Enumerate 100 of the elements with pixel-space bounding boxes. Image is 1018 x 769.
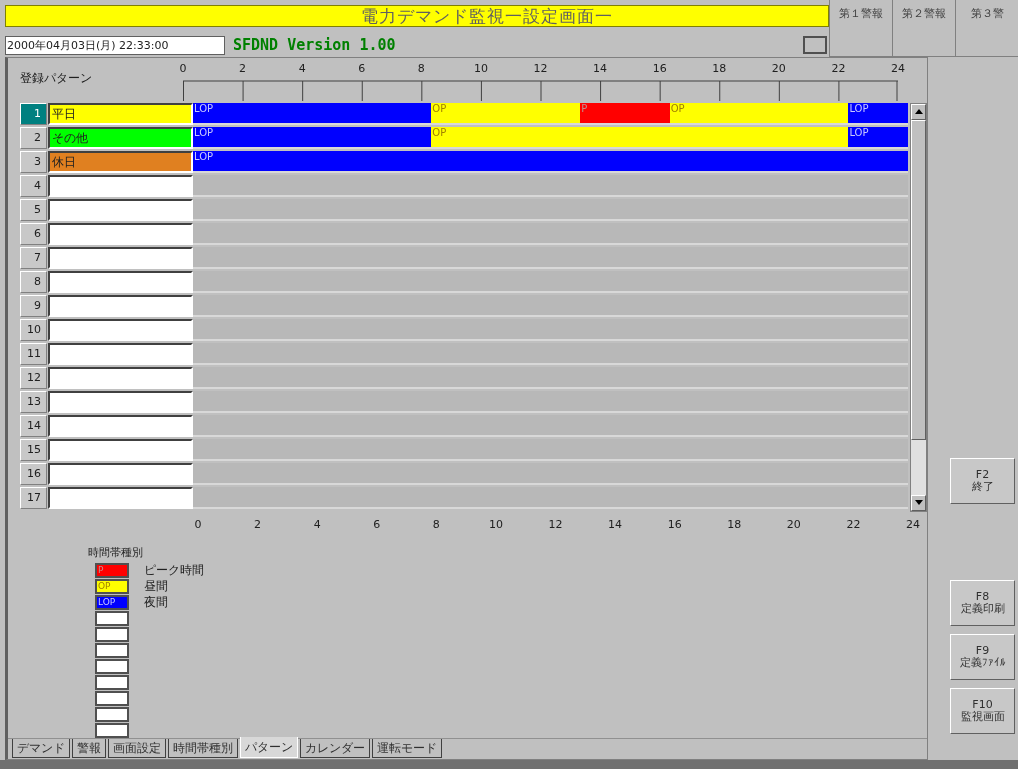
legend-swatch xyxy=(95,627,129,643)
axis-label: 14 xyxy=(608,517,623,531)
pattern-name-field[interactable] xyxy=(48,270,193,293)
row-number[interactable]: 6 xyxy=(20,222,47,245)
window-title: 電力デマンド監視一設定画面一 xyxy=(5,5,829,27)
tab[interactable]: 時間帯種別 xyxy=(168,739,238,759)
tab[interactable]: 警報 xyxy=(72,739,106,759)
pattern-name-field[interactable] xyxy=(48,414,193,437)
tab[interactable]: カレンダー xyxy=(300,739,370,759)
axis-label: 10 xyxy=(488,517,503,531)
axis-label: 20 xyxy=(786,517,801,531)
legend-swatch xyxy=(95,691,129,707)
pattern-name-field[interactable] xyxy=(48,486,193,509)
time-segment[interactable]: LOP xyxy=(193,126,432,147)
pattern-name-field[interactable] xyxy=(48,318,193,341)
scrollbar[interactable] xyxy=(910,102,927,512)
row-number[interactable]: 5 xyxy=(20,198,47,221)
row-number[interactable]: 15 xyxy=(20,438,47,461)
function-key-button[interactable]: F2 終了 xyxy=(950,458,1015,504)
axis-label: 0 xyxy=(179,62,187,75)
row-number[interactable]: 1 xyxy=(20,102,47,125)
axis-label: 22 xyxy=(831,62,846,75)
pattern-name-field[interactable]: 休日 xyxy=(48,150,193,173)
legend-label: 夜間 xyxy=(144,594,168,612)
axis-label: 18 xyxy=(727,517,742,531)
axis-label: 24 xyxy=(906,517,920,531)
pattern-name-field[interactable] xyxy=(48,390,193,413)
axis-label: 0 xyxy=(194,517,202,531)
axis-label: 2 xyxy=(239,62,247,75)
legend-swatch: OP xyxy=(95,579,129,595)
row-number[interactable]: 4 xyxy=(20,174,47,197)
legend-swatch xyxy=(95,707,129,723)
row-number[interactable]: 12 xyxy=(20,366,47,389)
axis-label: 10 xyxy=(473,62,488,75)
function-key-button[interactable]: F10 監視画面 xyxy=(950,688,1015,734)
axis-label: 16 xyxy=(667,517,682,531)
row-number[interactable]: 9 xyxy=(20,294,47,317)
pattern-name-field[interactable] xyxy=(48,294,193,317)
row-number[interactable]: 8 xyxy=(20,270,47,293)
pattern-name-field[interactable] xyxy=(48,246,193,269)
legend-swatch: P xyxy=(95,563,129,579)
legend-swatch xyxy=(95,611,129,627)
legend-swatch xyxy=(95,675,129,691)
tab[interactable]: 画面設定 xyxy=(108,739,166,759)
row-number[interactable]: 2 xyxy=(20,126,47,149)
time-segment[interactable]: LOP xyxy=(848,102,908,123)
axis-label: 12 xyxy=(533,62,548,75)
tab[interactable]: デマンド xyxy=(12,739,70,759)
row-number[interactable]: 17 xyxy=(20,486,47,509)
axis-label: 24 xyxy=(891,62,905,75)
axis-label: 4 xyxy=(298,62,306,75)
pattern-name-field[interactable]: 平日 xyxy=(48,102,193,125)
row-number[interactable]: 7 xyxy=(20,246,47,269)
axis-label: 6 xyxy=(373,517,381,531)
legend-label: 昼間 xyxy=(144,578,168,596)
row-number[interactable]: 11 xyxy=(20,342,47,365)
time-segment[interactable]: LOP xyxy=(193,150,908,171)
legend-swatch xyxy=(95,659,129,675)
tab[interactable]: 運転モード xyxy=(372,739,442,759)
down-arrow-icon xyxy=(914,500,923,506)
datetime-field: 2000年04月03日(月) 22:33:00 xyxy=(5,35,225,55)
alarm-indicator: 第１警報 xyxy=(829,0,892,57)
pattern-name-field[interactable] xyxy=(48,222,193,245)
pattern-name-field[interactable]: その他 xyxy=(48,126,193,149)
axis-label: 4 xyxy=(313,517,321,531)
pattern-name-field[interactable] xyxy=(48,174,193,197)
axis-label: 8 xyxy=(417,62,425,75)
pattern-name-field[interactable] xyxy=(48,342,193,365)
alarm-indicator: 第２警報 xyxy=(892,0,955,57)
row-number[interactable]: 14 xyxy=(20,414,47,437)
axis-label: 16 xyxy=(652,62,667,75)
row-number[interactable]: 13 xyxy=(20,390,47,413)
scroll-up-button[interactable] xyxy=(911,103,926,120)
time-segment[interactable]: OP xyxy=(431,102,581,123)
axis-label: 20 xyxy=(771,62,786,75)
pattern-name-field[interactable] xyxy=(48,366,193,389)
function-key-button[interactable]: F8 定義印刷 xyxy=(950,580,1015,626)
pattern-name-field[interactable] xyxy=(48,462,193,485)
row-number[interactable]: 3 xyxy=(20,150,47,173)
function-key-button[interactable]: F9 定義ﾌｧｲﾙ xyxy=(950,634,1015,680)
legend-title: 時間帯種別 xyxy=(88,545,144,561)
axis-label: 12 xyxy=(548,517,563,531)
axis-label: 22 xyxy=(846,517,861,531)
row-number[interactable]: 10 xyxy=(20,318,47,341)
scroll-down-button[interactable] xyxy=(911,494,926,511)
legend-swatch xyxy=(95,723,129,739)
time-segment[interactable]: LOP xyxy=(848,126,908,147)
legend-swatch xyxy=(95,643,129,659)
tab[interactable]: パターン xyxy=(240,737,298,759)
time-segment[interactable]: OP xyxy=(431,126,849,147)
alarm-indicator: 第３警 xyxy=(955,0,1018,57)
time-segment[interactable]: LOP xyxy=(193,102,432,123)
indicator-box xyxy=(803,36,827,54)
axis-label: 14 xyxy=(593,62,608,75)
pattern-name-field[interactable] xyxy=(48,438,193,461)
legend-label: ピーク時間 xyxy=(144,562,204,580)
up-arrow-icon xyxy=(914,109,923,115)
row-number[interactable]: 16 xyxy=(20,462,47,485)
time-segment[interactable]: OP xyxy=(669,102,849,123)
pattern-name-field[interactable] xyxy=(48,198,193,221)
